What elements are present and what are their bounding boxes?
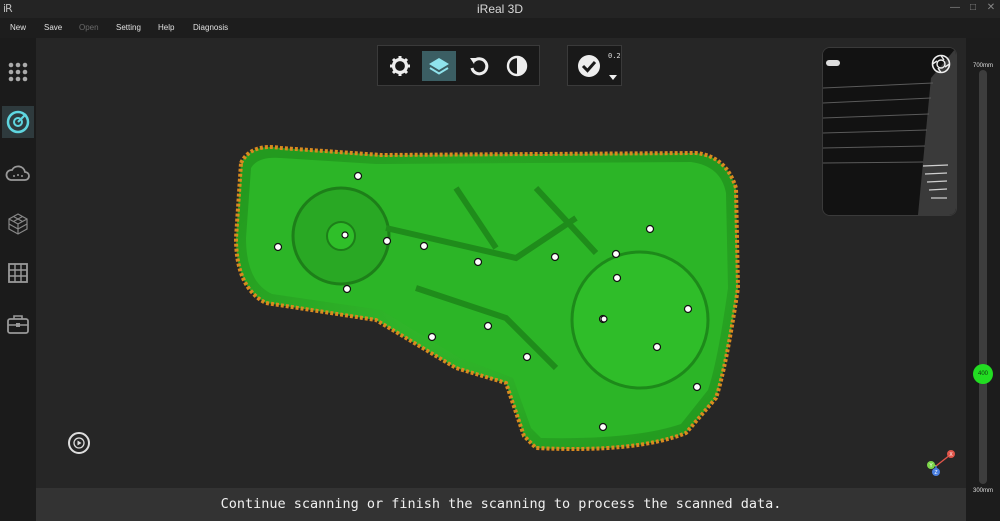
menu-open[interactable]: Open (79, 23, 99, 32)
dropdown-arrow-icon (609, 75, 617, 80)
depth-max-label: 700mm (972, 63, 993, 69)
resolution-box[interactable]: 0.2 (567, 45, 622, 86)
view-toolbar (377, 45, 540, 86)
menu-save[interactable]: Save (44, 23, 62, 32)
status-message: Continue scanning or finish the scanning… (220, 496, 782, 512)
close-button[interactable]: ✕ (984, 2, 998, 14)
contrast-icon[interactable] (500, 51, 534, 81)
markers-grid-icon[interactable] (2, 56, 34, 88)
resolution-value: 0.2 (608, 52, 621, 60)
status-bar: Continue scanning or finish the scanning… (36, 488, 966, 521)
window-title: iReal 3D (476, 2, 524, 16)
depth-slider-thumb[interactable]: 400 (973, 364, 993, 384)
undo-icon[interactable] (462, 51, 496, 81)
left-sidebar (0, 38, 36, 521)
play-button[interactable] (68, 432, 90, 454)
menu-new[interactable]: New (10, 23, 26, 32)
scan-radar-icon[interactable] (2, 106, 34, 138)
toolbox-icon[interactable] (2, 308, 34, 340)
play-icon (73, 437, 85, 449)
z-axis-label: Z (934, 470, 937, 476)
menu-help[interactable]: Help (158, 23, 174, 32)
checkmark-icon (578, 55, 600, 77)
minimize-button[interactable]: — (948, 2, 962, 14)
camera-toggle[interactable] (826, 60, 840, 66)
settings-gear-icon[interactable] (383, 51, 417, 81)
shutter-icon[interactable] (931, 54, 951, 74)
cloud-points-icon[interactable] (2, 158, 34, 190)
maximize-button[interactable]: □ (966, 2, 980, 14)
depth-min-label: 300mm (972, 488, 993, 494)
mesh-cube-icon[interactable] (2, 208, 34, 240)
menu-bar: New Save Open Setting Help Diagnosis (0, 18, 1000, 38)
menu-setting[interactable]: Setting (116, 23, 141, 32)
camera-preview (822, 47, 957, 216)
layers-icon[interactable] (422, 51, 456, 81)
title-bar: iR iReal 3D — □ ✕ (0, 0, 1000, 18)
grid-table-icon[interactable] (2, 257, 34, 289)
axes-gizmo: X Y Z (924, 448, 958, 478)
menu-diagnosis[interactable]: Diagnosis (193, 23, 228, 32)
depth-slider-track[interactable] (979, 70, 987, 484)
depth-range-panel: 700mm 400 300mm (966, 38, 1000, 521)
